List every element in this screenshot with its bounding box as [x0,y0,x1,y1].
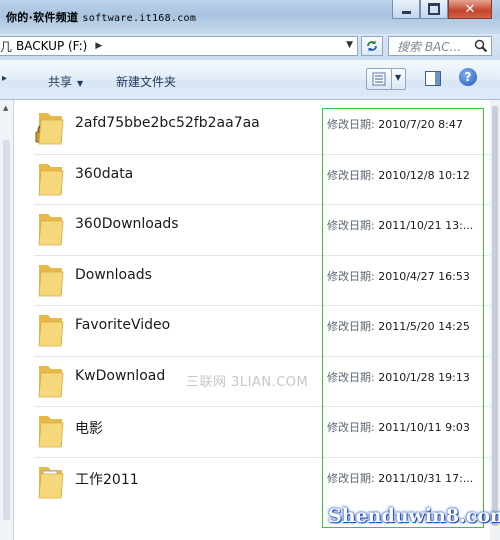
new-folder-label: 新建文件夹 [116,75,177,89]
folder-icon [34,211,66,251]
modified-date-label: 修改日期: [327,320,375,333]
minimize-button[interactable] [392,0,420,19]
breadcrumb-separator-icon[interactable]: ▶ [95,41,102,51]
modified-date-value: 2011/5/20 14:25 [378,320,470,333]
center-watermark: 三联网 3LIAN.COM [186,375,309,390]
modified-date: 修改日期: 2011/10/31 17:... [327,470,473,486]
vertical-scrollbar[interactable] [490,100,500,540]
address-row: 几 BACKUP (F:) ▶ ▼ 搜索 BAC... [0,34,500,60]
new-folder-button[interactable]: 新建文件夹 [116,73,176,90]
modified-date: 修改日期: 2011/10/11 9:03 [327,419,470,435]
refresh-button[interactable] [361,36,383,56]
modified-date-label: 修改日期: [327,219,375,232]
file-row[interactable]: 360Downloads 修改日期: 2011/10/21 13:... [34,205,500,255]
address-dropdown-icon[interactable]: ▼ [346,40,353,50]
minimize-icon [401,10,411,14]
title-bar: 你的·软件频道 software.it168.com ✕ [0,0,500,34]
refresh-icon [367,40,377,52]
modified-date-label: 修改日期: [327,118,375,131]
modified-date-value: 2010/1/28 19:13 [378,370,470,384]
modified-date-label: 修改日期: [327,168,375,182]
file-name[interactable]: Downloads [75,267,152,283]
maximize-button[interactable] [420,0,448,19]
watermark-text: 你的·软件频道 [6,11,79,24]
details-view-icon [372,72,386,86]
modified-date-value: 2011/10/21 13:... [378,219,474,232]
folder-icon [34,413,66,453]
preview-pane-icon[interactable] [425,71,441,86]
file-list: 2afd75bbe2bc52fb2aa7aa 修改日期: 2010/7/20 8:… [14,100,500,540]
modified-date-value: 2011/10/31 17:... [378,471,474,485]
file-row[interactable]: 电影 修改日期: 2011/10/11 9:03 [34,407,500,457]
close-button[interactable]: ✕ [448,0,492,19]
modified-date-label: 修改日期: [327,269,375,283]
modified-date: 修改日期: 2010/1/28 19:13 [327,369,470,385]
file-row[interactable]: FavoriteVideo 修改日期: 2011/5/20 14:25 [34,306,500,356]
scroll-up-icon[interactable]: ▲ [3,104,8,112]
command-toolbar: ▸ 共享 ▼ 新建文件夹 ▼ ? [0,60,500,100]
share-button[interactable]: 共享 ▼ [48,73,83,90]
folder-icon [34,363,66,403]
modified-date-value: 2010/4/27 16:53 [378,269,470,283]
view-button-divider [391,69,392,89]
search-placeholder: 搜索 BAC... [397,39,462,54]
modified-date: 修改日期: 2010/12/8 10:12 [327,167,470,183]
bottom-watermark: Shenduwin8.com [328,505,500,527]
folder-icon [34,161,66,201]
locked-folder-icon [34,110,66,150]
modified-date-label: 修改日期: [327,370,375,384]
search-input[interactable]: 搜索 BAC... [388,36,492,56]
modified-date: 修改日期: 2010/7/20 8:47 [327,116,463,132]
breadcrumb-drive[interactable]: BACKUP (F:) [16,39,87,53]
title-watermark: 你的·软件频道 software.it168.com [6,9,196,25]
address-bar[interactable]: 几 BACKUP (F:) ▶ ▼ [0,36,358,56]
modified-date-value: 2010/12/8 10:12 [378,168,470,182]
maximize-icon [428,3,440,15]
navigation-pane-edge[interactable]: ▲ [0,100,14,540]
documents-folder-icon [34,464,66,504]
file-name[interactable]: 工作2011 [75,469,139,489]
modified-date-label: 修改日期: [327,471,375,485]
file-row[interactable]: Downloads 修改日期: 2010/4/27 16:53 [34,256,500,306]
window-controls: ✕ [392,0,492,19]
modified-date: 修改日期: 2011/10/21 13:... [327,217,473,233]
search-icon[interactable] [474,39,488,53]
change-view-button[interactable]: ▼ [366,68,406,90]
file-name[interactable]: 电影 [75,418,103,438]
modified-date-label: 修改日期: [327,421,375,434]
close-icon: ✕ [464,1,476,17]
modified-date: 修改日期: 2010/4/27 16:53 [327,268,470,284]
modified-date-value: 2010/7/20 8:47 [378,118,463,131]
address-left-fragment: 几 [0,39,13,54]
file-row[interactable]: 工作2011 修改日期: 2011/10/31 17:... [34,458,500,508]
file-name[interactable]: KwDownload [75,368,165,384]
scroll-thumb[interactable] [492,106,498,526]
chevron-down-icon: ▼ [77,79,84,88]
watermark-site: software.it168.com [82,13,197,24]
folder-icon [34,262,66,302]
view-options-chevron-icon[interactable]: ▼ [395,73,401,82]
modified-date: 修改日期: 2011/5/20 14:25 [327,318,470,334]
file-name[interactable]: 360Downloads [75,216,179,232]
nav-scroll-thumb[interactable] [3,140,10,520]
file-name[interactable]: 2afd75bbe2bc52fb2aa7aa [75,115,260,131]
file-row[interactable]: 2afd75bbe2bc52fb2aa7aa 修改日期: 2010/7/20 8:… [34,104,500,154]
toolbar-left-overflow-icon[interactable]: ▸ [2,73,7,84]
share-label: 共享 [48,75,73,89]
help-icon[interactable]: ? [459,68,477,86]
folder-icon [34,312,66,352]
modified-date-value: 2011/10/11 9:03 [378,421,470,434]
file-name[interactable]: FavoriteVideo [75,317,170,333]
file-row[interactable]: 360data 修改日期: 2010/12/8 10:12 [34,155,500,205]
file-name[interactable]: 360data [75,166,133,182]
